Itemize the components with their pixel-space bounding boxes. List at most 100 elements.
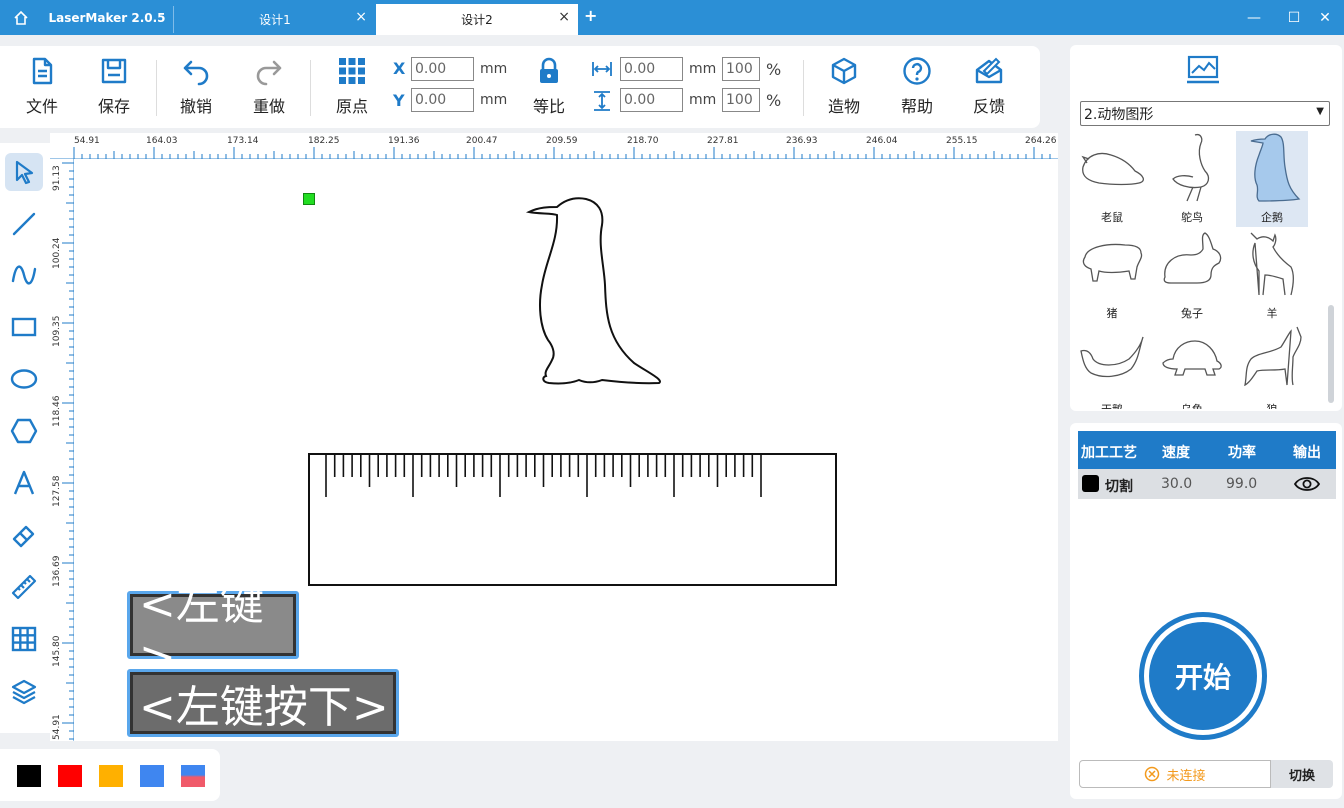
x-position-input[interactable] <box>411 57 474 81</box>
x-unit: mm <box>480 61 508 77</box>
shape-item-sheep[interactable]: 羊 <box>1236 227 1308 323</box>
shape-item-rabbit[interactable]: 兔子 <box>1156 227 1228 323</box>
shape-library-panel: 2.动物图形 ▼ 老鼠 鸵鸟 企鹅 猪 兔子 羊 <box>1070 45 1342 411</box>
grid-icon <box>11 626 37 652</box>
eye-icon[interactable] <box>1294 475 1320 493</box>
ruler-tool[interactable] <box>5 568 43 606</box>
ellipse-tool[interactable] <box>5 360 43 398</box>
curve-icon <box>11 265 37 285</box>
category-value: 2.动物图形 <box>1084 106 1154 123</box>
array-tool[interactable] <box>5 620 43 658</box>
curve-tool[interactable] <box>5 256 43 294</box>
y-unit: mm <box>480 92 508 108</box>
ruler-label: 91.13 <box>52 165 62 191</box>
feedback-button[interactable]: 反馈 <box>957 56 1021 122</box>
help-button[interactable]: 帮助 <box>885 56 949 122</box>
eraser-tool[interactable] <box>5 516 43 554</box>
text-tool[interactable] <box>5 464 43 502</box>
layers-tool[interactable] <box>5 672 43 710</box>
tab-divider <box>173 6 174 33</box>
undo-label: 撤销 <box>179 97 212 116</box>
height-input[interactable] <box>620 88 683 112</box>
home-button[interactable] <box>0 0 42 35</box>
image-library-icon[interactable] <box>1186 55 1220 85</box>
app-title: LaserMaker 2.0.5 <box>48 10 166 25</box>
connection-status[interactable]: 未连接 <box>1079 760 1271 788</box>
ruler-label: 255.15 <box>946 136 978 146</box>
ruler-label: 127.58 <box>52 475 62 508</box>
layer-color-swatch[interactable] <box>1082 475 1099 492</box>
connection-label: 未连接 <box>1166 768 1206 784</box>
color-swatch-gradient[interactable] <box>181 765 205 787</box>
help-label: 帮助 <box>900 97 933 116</box>
file-button[interactable]: 文件 <box>10 56 74 122</box>
process-power[interactable]: 99.0 <box>1226 476 1257 492</box>
toolbar: 文件 保存 撤销 重做 原点 X mm Y mm 等比 mm % mm % 造物 <box>0 46 1040 128</box>
close-tab-icon[interactable]: × <box>355 9 367 25</box>
shape-item-wolf[interactable]: 狼 <box>1236 323 1308 409</box>
line-tool[interactable] <box>5 205 43 243</box>
start-button[interactable]: 开始 <box>1139 612 1267 740</box>
shape-name: 天鹅 <box>1101 401 1123 409</box>
width-percent-input[interactable] <box>722 57 760 81</box>
category-select[interactable]: 2.动物图形 ▼ <box>1080 101 1330 126</box>
minimize-button[interactable]: — <box>1235 0 1273 35</box>
drawing-tools <box>0 143 50 733</box>
penguin-shape[interactable] <box>524 195 666 387</box>
redo-button[interactable]: 重做 <box>237 56 301 122</box>
polygon-tool[interactable] <box>5 412 43 450</box>
close-window-button[interactable]: ✕ <box>1306 0 1344 35</box>
y-position-input[interactable] <box>411 88 474 112</box>
shape-item-mouse[interactable]: 老鼠 <box>1076 131 1148 227</box>
shape-item-swan[interactable]: 天鹅 <box>1076 323 1148 409</box>
save-button[interactable]: 保存 <box>82 56 146 122</box>
ruler-label: 173.14 <box>227 136 259 146</box>
toolbar-divider <box>803 60 804 116</box>
color-swatch-red[interactable] <box>58 765 82 787</box>
process-row[interactable]: 切割 30.0 99.0 <box>1078 469 1336 499</box>
shape-item-penguin[interactable]: 企鹅 <box>1236 131 1308 227</box>
cube-icon <box>831 57 857 85</box>
shape-name: 猪 <box>1106 307 1118 320</box>
shape-item-pig[interactable]: 猪 <box>1076 227 1148 323</box>
height-percent-input[interactable] <box>722 88 760 112</box>
add-tab-button[interactable]: + <box>584 6 597 25</box>
start-label: 开始 <box>1149 622 1257 730</box>
shape-name: 乌龟 <box>1181 401 1203 409</box>
close-tab-icon[interactable]: × <box>558 9 570 25</box>
layers-icon <box>11 679 37 705</box>
shape-item-turtle[interactable]: 乌龟 <box>1156 323 1228 409</box>
color-swatch-blue[interactable] <box>140 765 164 787</box>
process-speed[interactable]: 30.0 <box>1161 476 1192 492</box>
feedback-label: 反馈 <box>972 97 1005 116</box>
header-process: 加工工艺 <box>1081 445 1137 461</box>
color-swatch-black[interactable] <box>17 765 41 787</box>
redo-label: 重做 <box>252 97 285 116</box>
save-icon <box>101 58 127 84</box>
header-power: 功率 <box>1228 445 1256 461</box>
vertical-ruler: 91.13 100.24 109.35 118.46 127.58 136.69… <box>50 159 74 741</box>
library-scrollbar[interactable] <box>1328 305 1334 403</box>
ruler-label: 218.70 <box>627 136 659 146</box>
shape-item-ostrich[interactable]: 鸵鸟 <box>1156 131 1228 227</box>
color-swatch-orange[interactable] <box>99 765 123 787</box>
ruler-label: 227.81 <box>707 136 739 146</box>
shape-name: 狼 <box>1267 401 1278 409</box>
rectangle-tool[interactable] <box>5 308 43 346</box>
proportional-lock-button[interactable]: 等比 <box>517 56 581 122</box>
build-button[interactable]: 造物 <box>812 56 876 122</box>
ruler-shape[interactable] <box>308 453 838 587</box>
ruler-label: 100.24 <box>52 237 62 270</box>
origin-button[interactable]: 原点 <box>320 56 384 122</box>
tab-design-2[interactable]: 设计2 × <box>376 4 578 35</box>
width-percent-sign: % <box>766 60 782 79</box>
tab-design-1[interactable]: 设计1 × <box>175 4 375 35</box>
height-unit: mm <box>689 92 717 108</box>
width-input[interactable] <box>620 57 683 81</box>
origin-marker[interactable] <box>303 193 315 205</box>
undo-button[interactable]: 撤销 <box>164 56 228 122</box>
switch-device-button[interactable]: 切换 <box>1271 760 1333 788</box>
turtle-shape-icon <box>1162 340 1222 376</box>
left-press-label: <左键按下> <box>130 672 396 734</box>
select-tool[interactable] <box>5 153 43 191</box>
